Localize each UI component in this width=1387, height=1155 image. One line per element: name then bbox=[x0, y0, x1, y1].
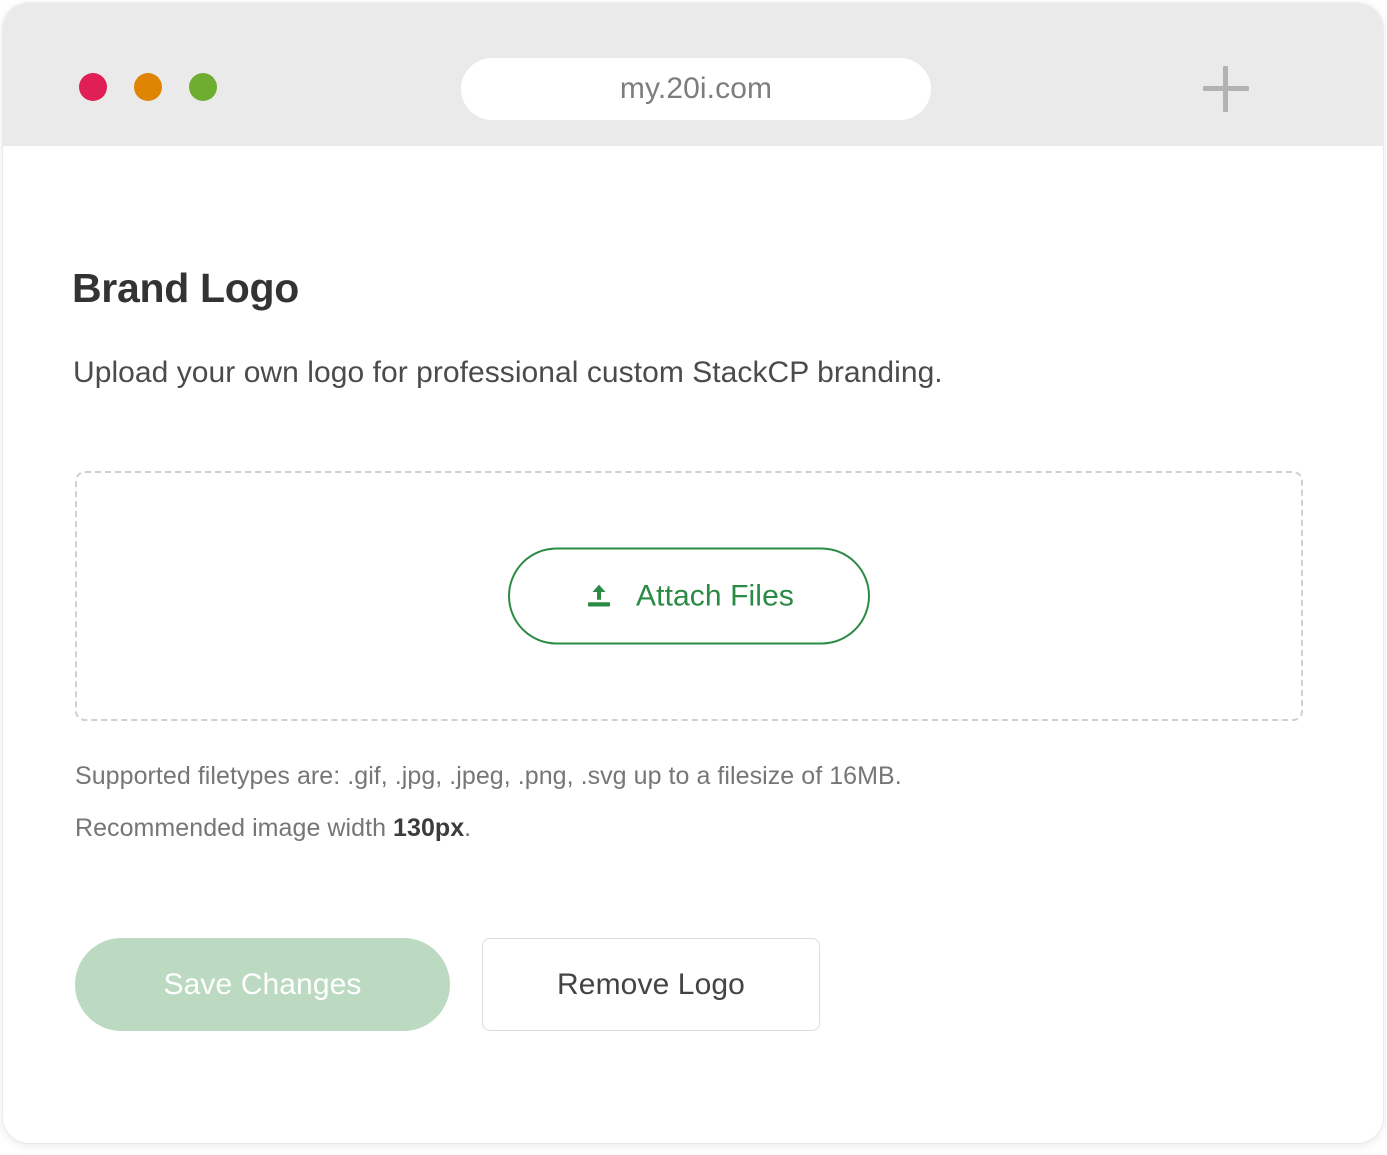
upload-icon bbox=[584, 581, 614, 611]
logo-dropzone[interactable]: Attach Files bbox=[75, 471, 1303, 721]
minimize-window-button[interactable] bbox=[134, 73, 162, 101]
attach-files-button[interactable]: Attach Files bbox=[508, 547, 870, 645]
recommended-width-prefix: Recommended image width bbox=[75, 814, 394, 842]
page-content: Brand Logo Upload your own logo for prof… bbox=[3, 146, 1383, 1143]
maximize-window-button[interactable] bbox=[189, 73, 217, 101]
browser-window: my.20i.com Brand Logo Upload your own lo… bbox=[3, 3, 1383, 1143]
supported-filetypes-text: Supported filetypes are: .gif, .jpg, .jp… bbox=[75, 762, 902, 790]
recommended-width-text: Recommended image width 130px. bbox=[75, 816, 1325, 841]
recommended-width-value: 130px bbox=[393, 814, 465, 842]
save-changes-button[interactable]: Save Changes bbox=[75, 938, 450, 1031]
new-tab-icon[interactable] bbox=[1203, 66, 1249, 112]
attach-files-label: Attach Files bbox=[636, 579, 794, 612]
upload-help-text: Supported filetypes are: .gif, .jpg, .jp… bbox=[75, 764, 1325, 841]
action-buttons: Save Changes Remove Logo bbox=[75, 938, 820, 1031]
remove-logo-button[interactable]: Remove Logo bbox=[482, 938, 820, 1031]
window-controls bbox=[79, 73, 217, 101]
address-bar[interactable]: my.20i.com bbox=[461, 58, 931, 120]
recommended-width-suffix: . bbox=[464, 814, 472, 842]
address-bar-url: my.20i.com bbox=[619, 72, 773, 105]
page-title: Brand Logo bbox=[72, 265, 300, 311]
page-subtitle: Upload your own logo for professional cu… bbox=[73, 356, 943, 389]
browser-titlebar: my.20i.com bbox=[3, 3, 1383, 146]
close-window-button[interactable] bbox=[79, 73, 107, 101]
